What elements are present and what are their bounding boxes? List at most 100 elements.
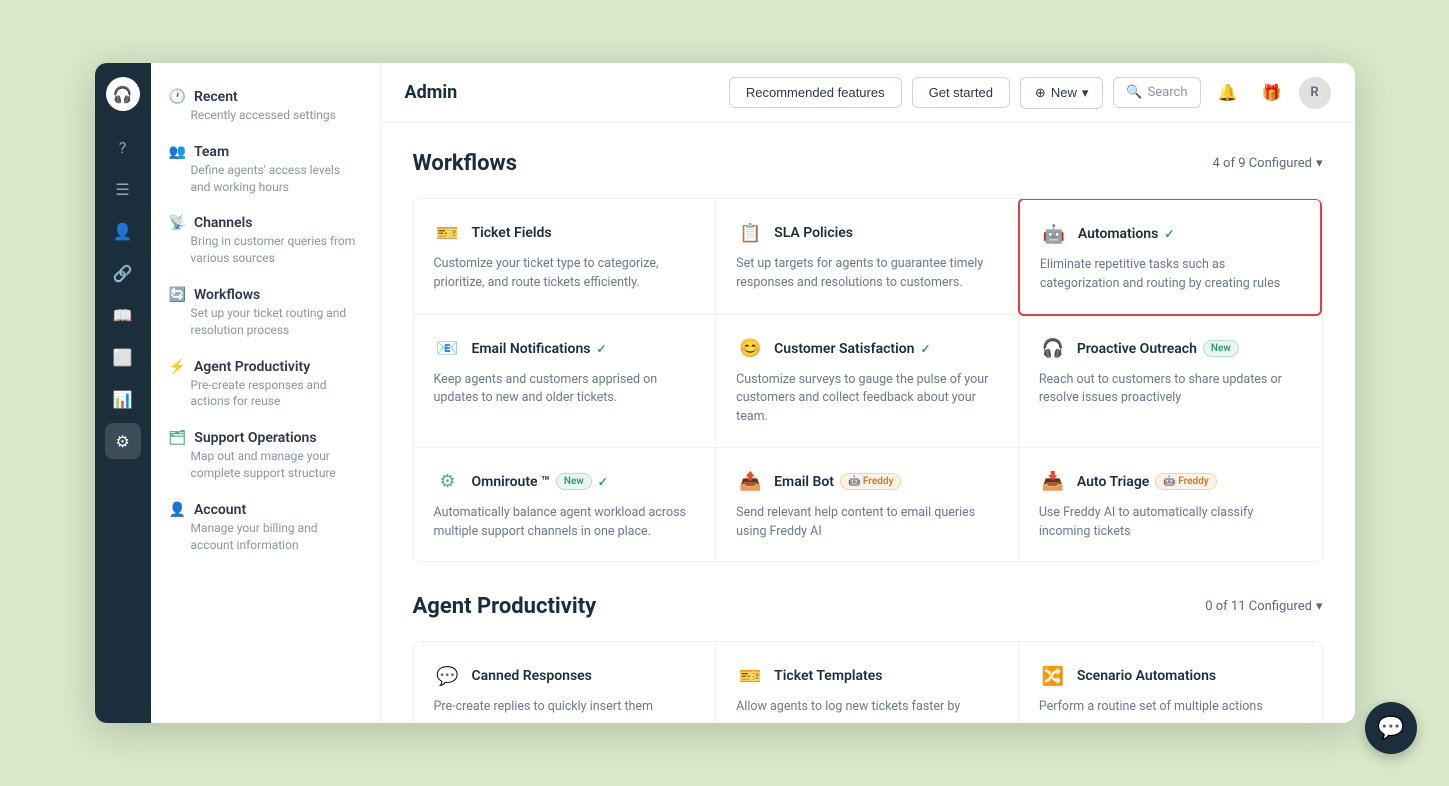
email-bot-freddy-badge: 🤖 Freddy (840, 473, 901, 490)
proactive-outreach-icon: 🎧 (1039, 335, 1067, 363)
nav-icon-reports[interactable]: 📊 (105, 381, 141, 417)
agent-productivity-grid: 💬 Canned Responses Pre-create replies to… (413, 641, 1323, 723)
recent-icon: 🕐 (169, 89, 186, 105)
sidebar-item-account[interactable]: 👤 Account Manage your billing and accoun… (151, 492, 380, 564)
sidebar-support-ops-label: Support Operations (194, 430, 316, 446)
sidebar-item-support-operations[interactable]: 🗂 Support Operations Map out and manage … (151, 420, 380, 492)
nav-icon-scenarios[interactable]: ⬜ (105, 339, 141, 375)
proactive-outreach-desc: Reach out to customers to share updates … (1039, 371, 1302, 409)
nav-icon-settings[interactable]: ⚙ (105, 423, 141, 459)
content-area: Workflows 4 of 9 Configured ▾ 🎫 Ticket F… (381, 123, 1355, 723)
proactive-outreach-name: Proactive Outreach (1077, 341, 1197, 357)
feature-card-email-bot[interactable]: 📤 Email Bot 🤖 Freddy Send relevant help … (716, 448, 1019, 562)
auto-triage-freddy-badge: 🤖 Freddy (1155, 473, 1216, 490)
feature-card-automations[interactable]: 🤖 Automations ✓ Eliminate repetitive tas… (1018, 198, 1323, 316)
search-label: Search (1148, 85, 1188, 100)
nav-icon-kb[interactable]: 📖 (105, 297, 141, 333)
ticket-templates-desc: Allow agents to log new tickets faster b… (736, 698, 998, 717)
main-area: Admin Recommended features Get started ⊕… (381, 63, 1355, 723)
sidebar-item-channels[interactable]: 📡 Channels Bring in customer queries fro… (151, 205, 380, 277)
sidebar-agent-productivity-label: Agent Productivity (194, 359, 310, 375)
feature-card-ticket-fields[interactable]: 🎫 Ticket Fields Customize your ticket ty… (414, 199, 717, 315)
feature-card-canned-responses[interactable]: 💬 Canned Responses Pre-create replies to… (414, 642, 717, 723)
workflows-icon: 🔄 (169, 287, 186, 303)
sidebar-agent-productivity-desc: Pre-create responses and actions for reu… (169, 377, 362, 411)
ticket-fields-name: Ticket Fields (472, 225, 552, 241)
automations-desc: Eliminate repetitive tasks such as categ… (1040, 256, 1301, 294)
ticket-fields-icon: 🎫 (434, 219, 462, 247)
email-notifications-name: Email Notifications (472, 341, 591, 357)
canned-responses-name: Canned Responses (472, 668, 592, 684)
feature-card-scenario-automations[interactable]: 🔀 Scenario Automations Perform a routine… (1019, 642, 1322, 723)
sidebar-team-desc: Define agents' access levels and working… (169, 162, 362, 196)
support-ops-icon: 🗂 (169, 430, 187, 446)
sidebar-account-label: Account (194, 502, 246, 518)
feature-card-ticket-templates[interactable]: 🎫 Ticket Templates Allow agents to log n… (716, 642, 1019, 723)
search-icon: 🔍 (1126, 85, 1142, 100)
workflows-grid: 🎫 Ticket Fields Customize your ticket ty… (413, 198, 1323, 562)
new-button[interactable]: ⊕ New ▾ (1020, 77, 1103, 109)
feature-card-customer-satisfaction[interactable]: 😊 Customer Satisfaction ✓ Customize surv… (716, 315, 1019, 448)
nav-icon-tickets[interactable]: ☰ (105, 171, 141, 207)
sla-policies-desc: Set up targets for agents to guarantee t… (736, 255, 998, 293)
feature-card-sla-policies[interactable]: 📋 SLA Policies Set up targets for agents… (716, 199, 1019, 315)
sidebar-account-desc: Manage your billing and account informat… (169, 520, 362, 554)
get-started-button[interactable]: Get started (912, 77, 1010, 108)
agent-productivity-icon: ⚡ (169, 359, 186, 375)
gift-button[interactable]: 🎁 (1255, 76, 1289, 110)
omniroute-check-icon: ✓ (598, 475, 608, 489)
sidebar-item-team[interactable]: 👥 Team Define agents' access levels and … (151, 134, 380, 206)
notifications-button[interactable]: 🔔 (1211, 76, 1245, 110)
sidebar-item-agent-productivity[interactable]: ⚡ Agent Productivity Pre-create response… (151, 349, 380, 421)
feature-card-omniroute[interactable]: ⚙ Omniroute ™ New ✓ Automatically balanc… (414, 448, 717, 562)
chevron-down-icon-2: ▾ (1316, 599, 1323, 614)
email-notifications-check-icon: ✓ (596, 342, 606, 356)
sidebar: 🕐 Recent Recently accessed settings 👥 Te… (151, 63, 381, 723)
chat-fab-button[interactable]: 💬 (1365, 702, 1417, 754)
search-button[interactable]: 🔍 Search (1113, 77, 1200, 108)
workflows-title: Workflows (413, 151, 518, 176)
feature-card-email-notifications[interactable]: 📧 Email Notifications ✓ Keep agents and … (414, 315, 717, 448)
new-button-icon: ⊕ (1035, 85, 1046, 101)
auto-triage-icon: 📥 (1039, 468, 1067, 496)
feature-card-proactive-outreach[interactable]: 🎧 Proactive Outreach New Reach out to cu… (1019, 315, 1322, 448)
agent-productivity-title: Agent Productivity (413, 594, 597, 619)
sidebar-channels-label: Channels (194, 215, 253, 231)
automations-icon: 🤖 (1040, 220, 1068, 248)
workflows-config-count[interactable]: 4 of 9 Configured ▾ (1213, 156, 1323, 171)
canned-responses-desc: Pre-create replies to quickly insert the… (434, 698, 696, 717)
agent-productivity-section-header: Agent Productivity 0 of 11 Configured ▾ (413, 594, 1323, 619)
workflows-config-label: 4 of 9 Configured (1213, 156, 1312, 171)
agent-productivity-config-count[interactable]: 0 of 11 Configured ▾ (1205, 599, 1322, 614)
chevron-down-icon: ▾ (1082, 85, 1089, 101)
email-notifications-icon: 📧 (434, 335, 462, 363)
customer-satisfaction-name: Customer Satisfaction (774, 341, 914, 357)
channels-icon: 📡 (169, 215, 186, 231)
scenario-automations-desc: Perform a routine set of multiple action… (1039, 698, 1302, 717)
page-title: Admin (405, 82, 719, 103)
nav-icon-solutions[interactable]: 🔗 (105, 255, 141, 291)
chevron-down-icon: ▾ (1316, 156, 1323, 171)
email-bot-icon: 📤 (736, 468, 764, 496)
omniroute-new-badge: New (556, 473, 592, 490)
email-notifications-desc: Keep agents and customers apprised on up… (434, 371, 696, 409)
scenario-automations-icon: 🔀 (1039, 662, 1067, 690)
scenario-automations-name: Scenario Automations (1077, 668, 1216, 684)
omniroute-name: Omniroute ™ (472, 474, 550, 490)
recommended-features-button[interactable]: Recommended features (729, 77, 902, 108)
sidebar-recent-label: Recent (194, 89, 238, 105)
ticket-templates-name: Ticket Templates (774, 668, 882, 684)
automations-check-icon: ✓ (1164, 227, 1174, 241)
account-icon: 👤 (169, 502, 186, 518)
app-logo[interactable]: 🎧 (106, 77, 140, 111)
feature-card-auto-triage[interactable]: 📥 Auto Triage 🤖 Freddy Use Freddy AI to … (1019, 448, 1322, 562)
nav-icon-contacts[interactable]: 👤 (105, 213, 141, 249)
nav-icon-help[interactable]: ? (105, 129, 141, 165)
sidebar-item-workflows[interactable]: 🔄 Workflows Set up your ticket routing a… (151, 277, 380, 349)
auto-triage-desc: Use Freddy AI to automatically classify … (1039, 504, 1302, 542)
sidebar-channels-desc: Bring in customer queries from various s… (169, 233, 362, 267)
sidebar-item-recent[interactable]: 🕐 Recent Recently accessed settings (151, 79, 380, 134)
avatar[interactable]: R (1299, 77, 1331, 109)
email-bot-desc: Send relevant help content to email quer… (736, 504, 998, 542)
email-bot-name: Email Bot (774, 474, 834, 490)
